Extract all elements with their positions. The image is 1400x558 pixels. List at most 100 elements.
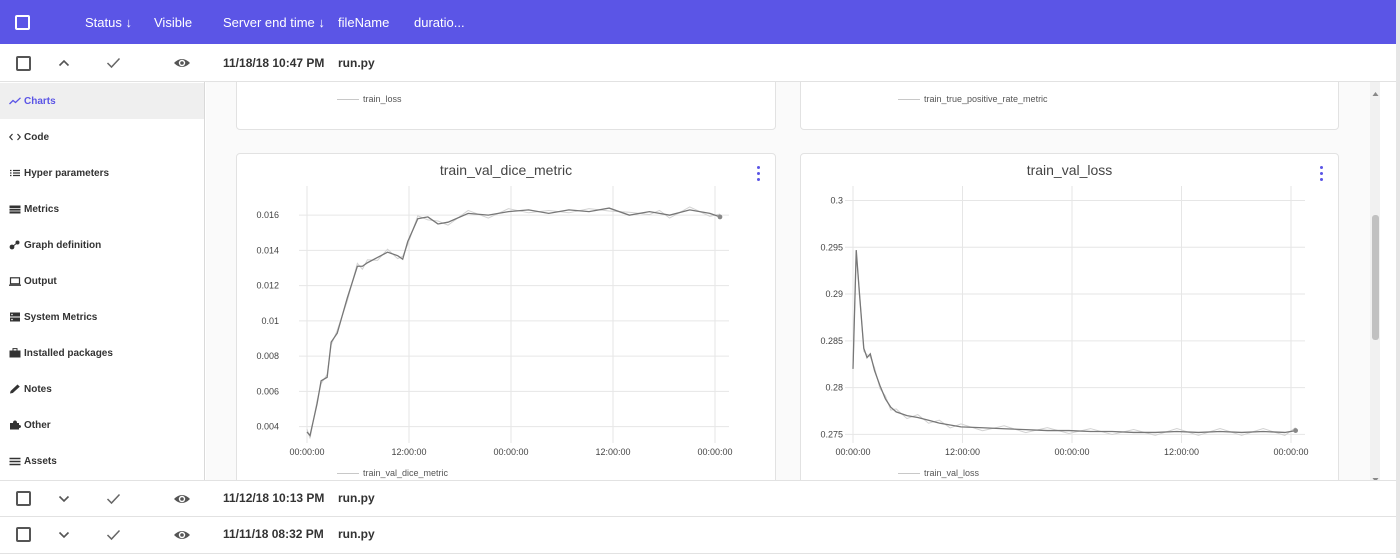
laptop-icon [9, 276, 21, 286]
legend-label: train_loss [363, 94, 402, 104]
checkmark-icon [105, 528, 121, 542]
sidebar-item-label: Graph definition [24, 239, 102, 251]
run-detail-sidebar: Charts Code Hyper parameters Metrics Gra… [0, 82, 205, 480]
chevron-down-icon[interactable] [57, 528, 71, 542]
run-end-time: 11/18/18 10:47 PM [223, 56, 325, 70]
chevron-up-icon[interactable] [57, 56, 71, 70]
checkmark-icon [105, 56, 121, 70]
x-tick-label: 12:00:00 [595, 447, 630, 457]
chart-card-train-loss: train_loss [236, 82, 776, 130]
x-tick-label: 12:00:00 [391, 447, 426, 457]
legend-label: train_true_positive_rate_metric [924, 94, 1048, 104]
sidebar-item-label: Output [24, 275, 57, 287]
dice-metric-line-chart: 00:00:00 12:00:00 00:00:00 12:00:00 00:00:00… [256, 186, 733, 457]
chart-legend[interactable]: train_val_dice_metric [337, 468, 448, 478]
run-end-time: 11/12/18 10:13 PM [223, 491, 325, 505]
sidebar-item-label: Hyper parameters [24, 167, 110, 179]
eye-icon[interactable] [173, 492, 191, 506]
raw-series-line [306, 206, 721, 439]
chart-card-train-true-positive-rate: train_true_positive_rate_metric [800, 82, 1339, 130]
run-filename[interactable]: run.py [338, 491, 375, 505]
sidebar-item-metrics[interactable]: Metrics [0, 191, 204, 227]
chart-legend[interactable]: train_true_positive_rate_metric [898, 94, 1048, 104]
legend-label: train_val_loss [924, 468, 980, 478]
loss-line-chart: 00:00:00 12:00:00 00:00:00 12:00:00 00:00:00… [820, 186, 1309, 457]
sidebar-item-notes[interactable]: Notes [0, 371, 204, 407]
run-checkbox[interactable] [16, 527, 31, 542]
checkmark-icon [105, 492, 121, 506]
sidebar-item-label: Notes [24, 383, 52, 395]
code-icon [9, 132, 21, 142]
briefcase-icon [9, 348, 21, 358]
eye-icon[interactable] [173, 528, 191, 542]
y-tick-label: 0.006 [256, 386, 279, 396]
y-tick-label: 0.275 [820, 429, 843, 439]
experiment-runs-page: Status ↓ Visible Server end time ↓ fileN… [0, 0, 1400, 558]
menu-icon [9, 456, 21, 466]
run-row[interactable]: 11/11/18 08:32 PM run.py [0, 517, 1396, 554]
series-line [306, 207, 721, 437]
y-tick-label: 0.014 [256, 245, 279, 255]
sidebar-item-installed-packages[interactable]: Installed packages [0, 335, 204, 371]
y-tick-label: 0.004 [256, 422, 279, 432]
sidebar-item-charts[interactable]: Charts [0, 83, 204, 119]
chart-legend[interactable]: train_loss [337, 94, 402, 104]
x-tick-label: 00:00:00 [1054, 447, 1089, 457]
runs-table-header: Status ↓ Visible Server end time ↓ fileN… [0, 0, 1396, 44]
filename-column-header[interactable]: fileName [338, 15, 389, 30]
status-column-header[interactable]: Status ↓ [85, 15, 132, 30]
sidebar-item-label: Code [24, 131, 49, 143]
run-row[interactable]: 11/18/18 10:47 PM run.py [0, 44, 1396, 82]
y-tick-label: 0.295 [820, 242, 843, 252]
chevron-down-icon[interactable] [57, 492, 71, 506]
scroll-up-arrow-icon[interactable] [1372, 84, 1379, 96]
visible-column-header[interactable]: Visible [154, 15, 192, 30]
x-tick-label: 00:00:00 [1273, 447, 1308, 457]
run-row[interactable]: 11/12/18 10:13 PM run.py [0, 480, 1396, 517]
sidebar-item-label: Installed packages [24, 347, 113, 359]
y-tick-label: 0.01 [261, 316, 279, 326]
x-tick-label: 00:00:00 [289, 447, 324, 457]
pencil-icon [9, 384, 21, 394]
sidebar-item-label: System Metrics [24, 311, 98, 323]
x-tick-label: 12:00:00 [945, 447, 980, 457]
window-edge [1396, 0, 1400, 558]
sidebar-item-label: Assets [24, 455, 57, 467]
y-tick-label: 0.29 [825, 289, 843, 299]
x-tick-label: 00:00:00 [835, 447, 870, 457]
sidebar-item-other[interactable]: Other [0, 407, 204, 443]
last-point-marker [1293, 428, 1299, 433]
run-end-time: 11/11/18 08:32 PM [223, 527, 324, 541]
puzzle-icon [9, 420, 21, 430]
sidebar-item-output[interactable]: Output [0, 263, 204, 299]
sidebar-item-hyper-parameters[interactable]: Hyper parameters [0, 155, 204, 191]
server-icon [9, 312, 21, 322]
last-point-marker [717, 214, 723, 220]
select-all-checkbox[interactable] [15, 15, 30, 30]
legend-label: train_val_dice_metric [363, 468, 449, 478]
x-tick-label: 12:00:00 [1164, 447, 1199, 457]
run-filename[interactable]: run.py [338, 527, 375, 541]
chart-legend[interactable]: train_val_loss [898, 468, 979, 478]
run-checkbox[interactable] [16, 491, 31, 506]
y-tick-label: 0.016 [256, 210, 279, 220]
run-filename[interactable]: run.py [338, 56, 375, 70]
server-end-time-column-header[interactable]: Server end time ↓ [223, 15, 325, 30]
eye-icon[interactable] [173, 56, 191, 70]
list-icon [9, 168, 21, 178]
line-chart-icon [9, 96, 21, 106]
x-tick-label: 00:00:00 [697, 447, 732, 457]
sidebar-item-code[interactable]: Code [0, 119, 204, 155]
duration-column-header[interactable]: duratio... [414, 15, 465, 30]
y-tick-label: 0.012 [256, 281, 279, 291]
sidebar-item-system-metrics[interactable]: System Metrics [0, 299, 204, 335]
run-checkbox[interactable] [16, 56, 31, 71]
y-tick-label: 0.3 [830, 196, 843, 206]
scroll-down-arrow-icon[interactable] [1372, 470, 1379, 482]
scrollbar-thumb[interactable] [1372, 215, 1379, 340]
graph-icon [9, 240, 21, 250]
sidebar-item-label: Other [24, 419, 51, 431]
sidebar-item-graph-definition[interactable]: Graph definition [0, 227, 204, 263]
y-tick-label: 0.28 [825, 383, 843, 393]
sidebar-item-assets[interactable]: Assets [0, 443, 204, 479]
